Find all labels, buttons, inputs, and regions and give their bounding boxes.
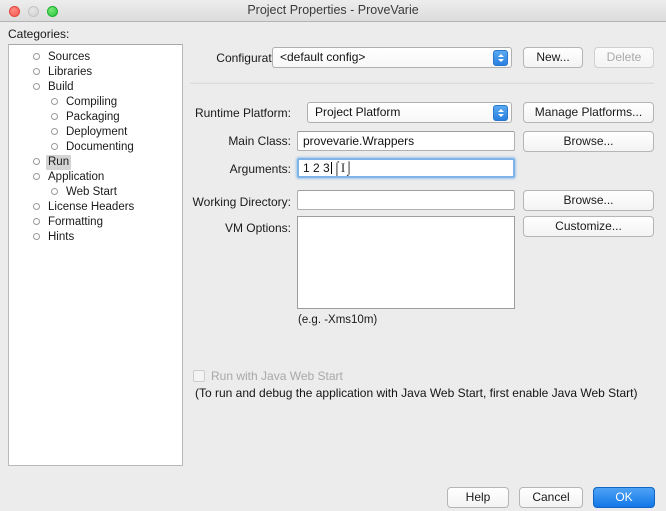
tree-node-bullet-icon bbox=[51, 142, 58, 150]
sidebar-item-compiling[interactable]: Compiling bbox=[9, 95, 182, 110]
sidebar-item-label: Documenting bbox=[66, 141, 134, 153]
sidebar-item-license-headers[interactable]: License Headers bbox=[9, 200, 182, 215]
cancel-button[interactable]: Cancel bbox=[519, 487, 583, 508]
vm-options-hint: (e.g. -Xms10m) bbox=[298, 314, 378, 326]
sidebar-item-run[interactable]: Run bbox=[9, 155, 182, 170]
chevron-updown-icon[interactable] bbox=[493, 105, 508, 121]
working-directory-label: Working Directory: bbox=[192, 195, 291, 209]
sidebar-item-label: Formatting bbox=[48, 216, 103, 228]
main-class-label: Main Class: bbox=[228, 134, 291, 148]
help-button[interactable]: Help bbox=[447, 487, 509, 508]
sidebar-item-hints[interactable]: Hints bbox=[9, 230, 182, 245]
window-title: Project Properties - ProveVarie bbox=[247, 3, 419, 17]
sidebar-item-label: Application bbox=[48, 171, 105, 183]
vm-options-textarea[interactable] bbox=[297, 216, 515, 309]
tree-node-bullet-icon bbox=[51, 187, 58, 195]
tree-node-bullet-icon bbox=[33, 52, 40, 60]
sidebar-item-documenting[interactable]: Documenting bbox=[9, 140, 182, 155]
tree-node-bullet-icon bbox=[33, 82, 40, 90]
configuration-value: <default config> bbox=[280, 50, 366, 64]
vm-options-label: VM Options: bbox=[224, 221, 291, 235]
runtime-platform-label: Runtime Platform: bbox=[194, 106, 291, 120]
sidebar-item-application[interactable]: Application bbox=[9, 170, 182, 185]
arguments-label: Arguments: bbox=[229, 162, 291, 176]
vm-options-value bbox=[298, 217, 514, 223]
sidebar-item-label: Hints bbox=[48, 231, 75, 243]
arguments-input[interactable]: 1 2 3 bbox=[297, 158, 515, 178]
sidebar-item-label: Run bbox=[46, 155, 72, 170]
ok-button[interactable]: OK bbox=[593, 487, 655, 508]
sidebar-item-label: Web Start bbox=[66, 186, 117, 198]
runtime-platform-value: Project Platform bbox=[315, 105, 401, 119]
sidebar-item-libraries[interactable]: Libraries bbox=[9, 65, 182, 80]
tree-node-bullet-icon bbox=[33, 232, 40, 240]
tree-node-bullet-icon bbox=[51, 97, 58, 105]
manage-platforms-button[interactable]: Manage Platforms... bbox=[523, 102, 654, 123]
delete-configuration-button: Delete bbox=[594, 47, 654, 68]
tree-node-bullet-icon bbox=[33, 217, 40, 225]
web-start-checkbox-label: Run with Java Web Start bbox=[211, 369, 343, 383]
sidebar-item-deployment[interactable]: Deployment bbox=[9, 125, 182, 140]
main-class-browse-button[interactable]: Browse... bbox=[523, 131, 654, 152]
sidebar-item-packaging[interactable]: Packaging bbox=[9, 110, 182, 125]
window-titlebar: Project Properties - ProveVarie bbox=[0, 0, 666, 22]
main-class-input[interactable]: provevarie.Wrappers bbox=[297, 131, 515, 151]
categories-tree[interactable]: Sources Libraries Build Compiling Packaging D… bbox=[8, 44, 183, 466]
sidebar-item-label: Deployment bbox=[66, 126, 128, 138]
sidebar-item-formatting[interactable]: Formatting bbox=[9, 215, 182, 230]
sidebar-item-web-start[interactable]: Web Start bbox=[9, 185, 182, 200]
tree-node-bullet-icon bbox=[33, 202, 40, 210]
text-caret bbox=[330, 162, 332, 174]
sidebar-item-label: Compiling bbox=[66, 96, 118, 108]
tree-node-bullet-icon bbox=[33, 172, 40, 180]
working-directory-browse-button[interactable]: Browse... bbox=[523, 190, 654, 211]
arguments-value: 1 2 3 bbox=[303, 161, 330, 175]
tree-node-bullet-icon bbox=[33, 67, 40, 75]
sidebar-item-label: Packaging bbox=[66, 111, 120, 123]
sidebar-item-sources[interactable]: Sources bbox=[9, 50, 182, 65]
section-divider bbox=[190, 82, 654, 84]
ibeam-cursor-icon: ⌠I⌡ bbox=[333, 160, 354, 175]
configuration-combo[interactable]: <default config> bbox=[272, 47, 512, 68]
working-directory-input[interactable] bbox=[297, 190, 515, 210]
tree-node-bullet-icon bbox=[33, 157, 40, 165]
sidebar-item-label: Libraries bbox=[48, 66, 93, 78]
runtime-platform-combo[interactable]: Project Platform bbox=[307, 102, 512, 123]
new-configuration-button[interactable]: New... bbox=[523, 47, 583, 68]
sidebar-item-label: Build bbox=[48, 81, 74, 93]
vm-options-customize-button[interactable]: Customize... bbox=[523, 216, 654, 237]
tree-node-bullet-icon bbox=[51, 127, 58, 135]
web-start-checkbox bbox=[193, 370, 205, 382]
sidebar-item-label: Sources bbox=[48, 51, 91, 63]
sidebar-item-build[interactable]: Build bbox=[9, 80, 182, 95]
main-class-value: provevarie.Wrappers bbox=[303, 134, 415, 148]
tree-node-bullet-icon bbox=[51, 112, 58, 120]
chevron-updown-icon[interactable] bbox=[493, 50, 508, 66]
web-start-note: (To run and debug the application with J… bbox=[195, 386, 638, 400]
categories-label: Categories: bbox=[8, 27, 70, 41]
sidebar-item-label: License Headers bbox=[48, 201, 135, 213]
